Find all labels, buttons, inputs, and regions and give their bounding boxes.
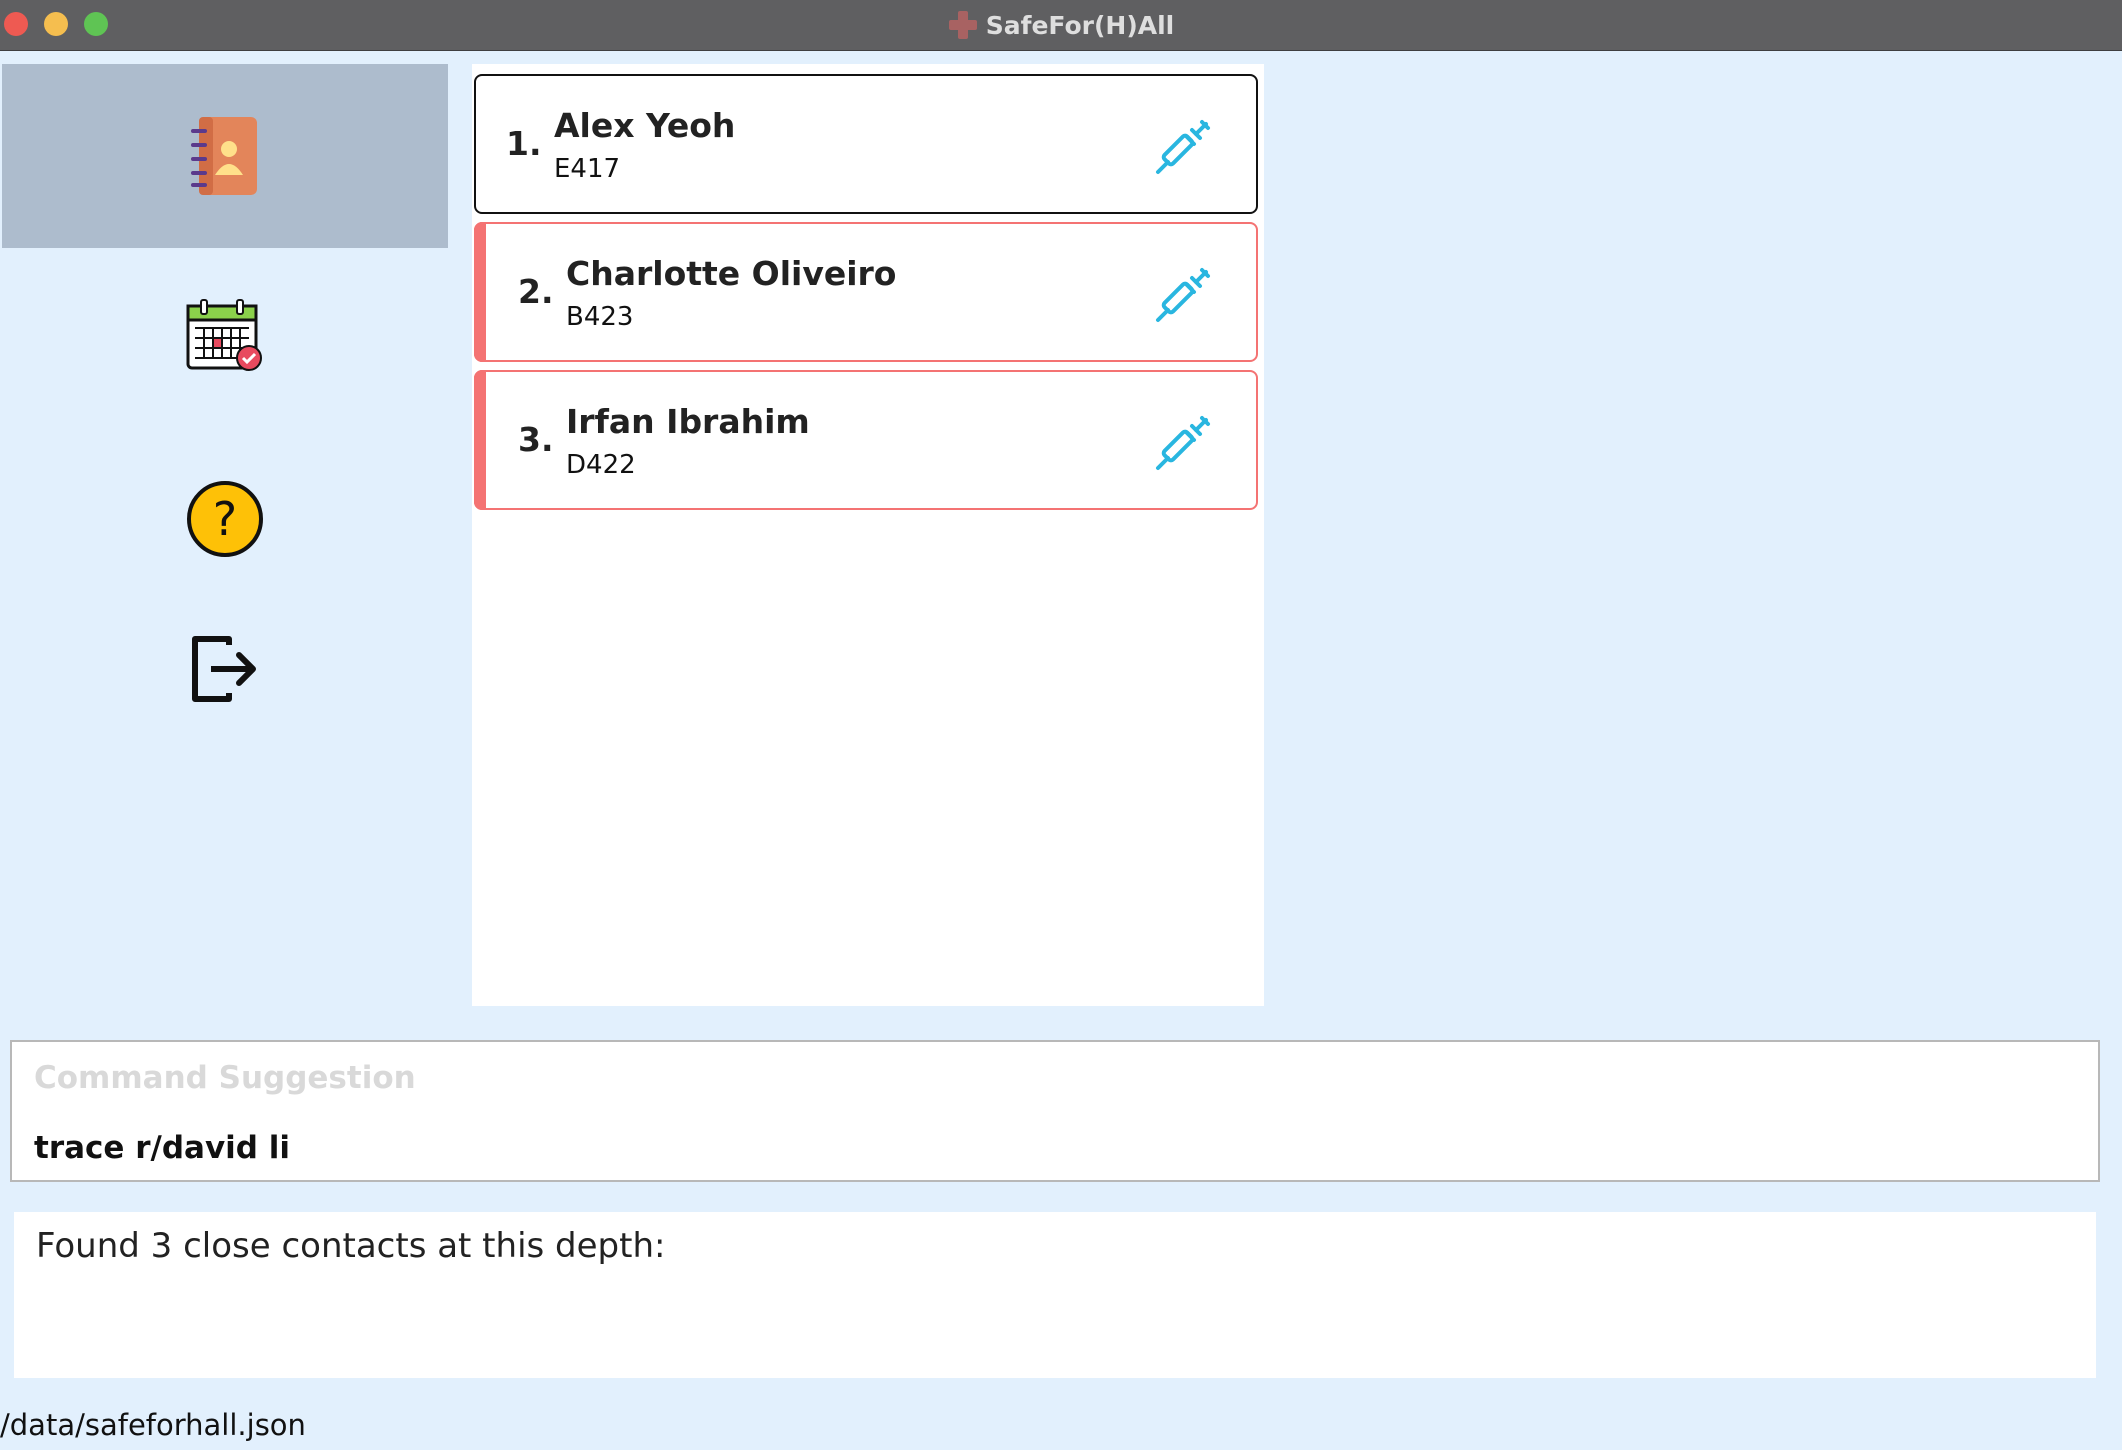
- title-wrap: SafeFor(H)All: [0, 0, 2122, 50]
- sidebar-item-help[interactable]: ?: [2, 464, 448, 574]
- result-message: Found 3 close contacts at this depth:: [36, 1226, 666, 1266]
- resident-card[interactable]: 1. Alex Yeoh E417: [474, 74, 1258, 214]
- resident-name: Charlotte Oliveiro: [566, 254, 897, 293]
- sidebar-item-exit[interactable]: [2, 614, 448, 724]
- resident-index: 3.: [518, 420, 554, 459]
- resident-card[interactable]: 3. Irfan Ibrahim D422: [474, 370, 1258, 510]
- title-bar: SafeFor(H)All: [0, 0, 2122, 51]
- calendar-check-icon: [186, 299, 262, 371]
- resident-index: 1.: [506, 124, 542, 163]
- exit-icon: [192, 636, 256, 702]
- resident-name: Alex Yeoh: [554, 106, 736, 145]
- resident-list[interactable]: 1. Alex Yeoh E417 2. Charlotte Oliveiro …: [472, 64, 1264, 1006]
- sidebar-item-events[interactable]: [2, 278, 448, 394]
- resident-index: 2.: [518, 272, 554, 311]
- sidebar: ?: [0, 64, 448, 1024]
- syringe-icon: [1156, 416, 1210, 470]
- status-bar: /data/safeforhall.json: [0, 1392, 2122, 1450]
- resident-room: D422: [566, 450, 636, 480]
- help-icon: ?: [187, 481, 263, 557]
- red-cross-icon: [948, 11, 977, 39]
- window-title: SafeFor(H)All: [985, 10, 1175, 40]
- save-file-path: /data/safeforhall.json: [0, 1408, 306, 1442]
- result-display: Found 3 close contacts at this depth:: [14, 1212, 2096, 1378]
- resident-room: B423: [566, 302, 634, 332]
- command-input[interactable]: Command Suggestion trace r/david li: [10, 1040, 2100, 1182]
- command-suggestion-label: Command Suggestion: [34, 1060, 416, 1096]
- resident-card[interactable]: 2. Charlotte Oliveiro B423: [474, 222, 1258, 362]
- svg-text:?: ?: [213, 492, 237, 546]
- command-text[interactable]: trace r/david li: [34, 1130, 290, 1166]
- resident-room: E417: [554, 154, 621, 184]
- contacts-book-icon: [191, 117, 257, 195]
- syringe-icon: [1156, 120, 1210, 174]
- syringe-icon: [1156, 268, 1210, 322]
- resident-name: Irfan Ibrahim: [566, 402, 810, 441]
- sidebar-item-residents[interactable]: [2, 64, 448, 248]
